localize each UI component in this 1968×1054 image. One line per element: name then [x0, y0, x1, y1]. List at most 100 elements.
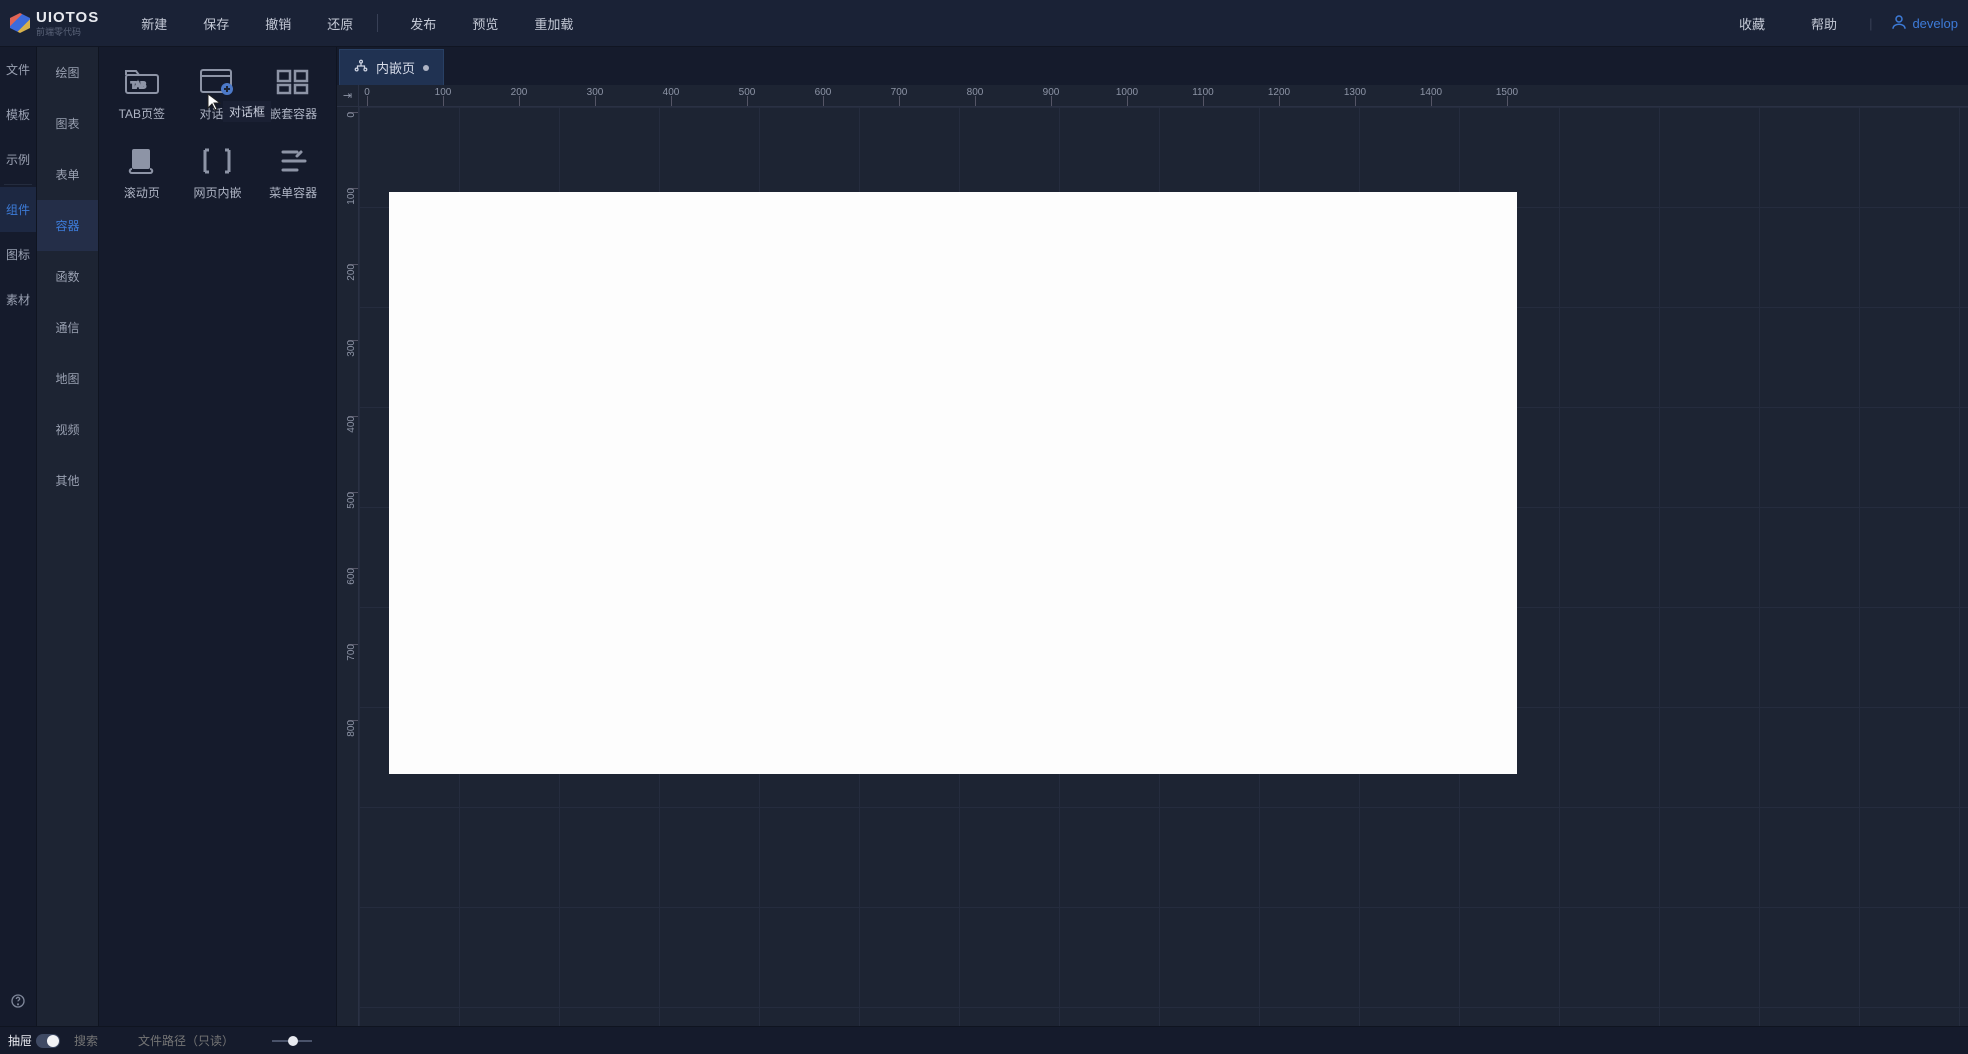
menu-favorite[interactable]: 收藏	[1725, 8, 1779, 39]
menu-new[interactable]: 新建	[127, 8, 181, 39]
zoom-slider[interactable]	[272, 1040, 312, 1042]
rail1-components[interactable]: 组件	[0, 187, 36, 232]
ruler-tick-label: 1500	[1496, 87, 1518, 98]
ruler-corner[interactable]: ⇥	[337, 85, 359, 107]
scroll-page-icon	[122, 146, 162, 176]
ruler-tick-label: 700	[347, 644, 358, 661]
ruler-tick-label: 500	[347, 492, 358, 509]
ruler-tick-label: 300	[587, 87, 604, 98]
ruler-tick-label: 1000	[1116, 87, 1138, 98]
drawer-toggle[interactable]: 抽屉	[8, 1032, 60, 1049]
logo-subtitle: 前端零代码	[36, 25, 99, 38]
palette-label: 嵌套容器	[269, 105, 317, 122]
user-icon	[1890, 13, 1908, 34]
menu-preview[interactable]: 预览	[458, 8, 512, 39]
search-input[interactable]	[74, 1034, 124, 1048]
menu-redo[interactable]: 还原	[313, 8, 367, 39]
palette-nested-container[interactable]: 嵌套容器	[256, 59, 330, 130]
menu-publish[interactable]: 发布	[396, 8, 450, 39]
question-icon	[10, 993, 26, 1012]
palette-label: 菜单容器	[269, 184, 317, 201]
dialog-icon	[197, 67, 237, 97]
hierarchy-icon	[354, 59, 368, 76]
svg-text:TAB: TAB	[131, 81, 146, 90]
ruler-tick-label: 800	[347, 720, 358, 737]
rail2-draw[interactable]: 绘图	[37, 47, 98, 98]
toggle-switch-icon	[36, 1034, 60, 1048]
ruler-tick-label: 0	[347, 112, 358, 118]
drawer-toggle-label: 抽屉	[8, 1032, 32, 1049]
tab-pages-icon: TAB	[122, 67, 162, 97]
menu-undo[interactable]: 撤销	[251, 8, 305, 39]
canvas-page[interactable]	[389, 192, 1517, 774]
user-account[interactable]: develop	[1890, 13, 1958, 34]
ruler-tick-label: 0	[364, 87, 370, 98]
ruler-tick-label: 1100	[1192, 87, 1214, 98]
iframe-icon	[197, 146, 237, 176]
palette-iframe[interactable]: 网页内嵌	[181, 138, 255, 209]
menu-left-group: 新建 保存 撤销 还原	[127, 8, 367, 39]
menu-separator	[377, 14, 378, 32]
topbar: UIOTOS 前端零代码 新建 保存 撤销 还原 发布 预览 重加载 收藏 帮助…	[0, 0, 1968, 47]
ruler-tick-label: 100	[435, 87, 452, 98]
palette-label: 滚动页	[124, 184, 160, 201]
nested-container-icon	[273, 67, 313, 97]
rail2-video[interactable]: 视频	[37, 404, 98, 455]
canvas-surface[interactable]	[359, 107, 1968, 1026]
sidebar-rail-primary: 文件 模板 示例 组件 图标 素材	[0, 47, 37, 1026]
ruler-vertical[interactable]: 0 100 200 300 400 500 600 700 800	[337, 107, 359, 1026]
rail1-icons[interactable]: 图标	[0, 232, 36, 277]
tab-label: 内嵌页	[376, 58, 415, 77]
component-palette: TAB TAB页签 对话框	[99, 47, 337, 1026]
ruler-tick-label: 1300	[1344, 87, 1366, 98]
menu-container-icon	[273, 146, 313, 176]
palette-label: TAB页签	[119, 105, 165, 122]
logo[interactable]: UIOTOS 前端零代码	[10, 9, 119, 38]
rail1-examples[interactable]: 示例	[0, 137, 36, 182]
menu-help[interactable]: 帮助	[1797, 8, 1851, 39]
rail2-comm[interactable]: 通信	[37, 302, 98, 353]
menu-reload[interactable]: 重加载	[520, 8, 587, 39]
topbar-right: 收藏 帮助 | develop	[1725, 8, 1958, 39]
filepath-input[interactable]	[138, 1034, 258, 1048]
ruler-tick-label: 200	[511, 87, 528, 98]
rail1-files[interactable]: 文件	[0, 47, 36, 92]
menu-right-group: 发布 预览 重加载	[396, 8, 587, 39]
sidebar-rail-secondary: 绘图 图表 表单 容器 函数 通信 地图 视频 其他	[37, 47, 99, 1026]
ruler-tick-label: 100	[347, 188, 358, 205]
rail2-form[interactable]: 表单	[37, 149, 98, 200]
ruler-horizontal[interactable]: 0100200300400500600700800900100011001200…	[359, 85, 1968, 107]
palette-label: 网页内嵌	[193, 184, 241, 201]
logo-title: UIOTOS	[36, 9, 99, 26]
rail2-chart[interactable]: 图表	[37, 98, 98, 149]
rail2-other[interactable]: 其他	[37, 455, 98, 506]
palette-menu-container[interactable]: 菜单容器	[256, 138, 330, 209]
ruler-tick-label: 800	[967, 87, 984, 98]
canvas-tabstrip: 内嵌页	[337, 47, 1968, 85]
canvas-viewport[interactable]: ⇥ 01002003004005006007008009001000110012…	[337, 85, 1968, 1026]
ruler-tick-label: 1200	[1268, 87, 1290, 98]
ruler-tick-label: 600	[347, 568, 358, 585]
rail1-templates[interactable]: 模板	[0, 92, 36, 137]
ruler-tick-label: 400	[347, 416, 358, 433]
menu-save[interactable]: 保存	[189, 8, 243, 39]
ruler-tick-label: 1400	[1420, 87, 1442, 98]
ruler-tick-label: 300	[347, 340, 358, 357]
rail1-assets[interactable]: 素材	[0, 277, 36, 322]
logo-icon	[10, 13, 30, 33]
palette-dialog[interactable]: 对话框	[181, 59, 255, 130]
ruler-tick-label: 500	[739, 87, 756, 98]
ruler-tick-label: 600	[815, 87, 832, 98]
rail2-function[interactable]: 函数	[37, 251, 98, 302]
tab-modified-dot-icon	[423, 65, 429, 71]
user-name: develop	[1912, 16, 1958, 31]
canvas-tab-embedded[interactable]: 内嵌页	[339, 49, 444, 85]
rail2-container[interactable]: 容器	[37, 200, 98, 251]
rail2-map[interactable]: 地图	[37, 353, 98, 404]
rail1-help-button[interactable]	[0, 987, 36, 1018]
rail1-separator	[4, 184, 32, 185]
ruler-tick-label: 200	[347, 264, 358, 281]
topbar-separator: |	[1869, 16, 1872, 31]
palette-tab-pages[interactable]: TAB TAB页签	[105, 59, 179, 130]
palette-scroll-page[interactable]: 滚动页	[105, 138, 179, 209]
